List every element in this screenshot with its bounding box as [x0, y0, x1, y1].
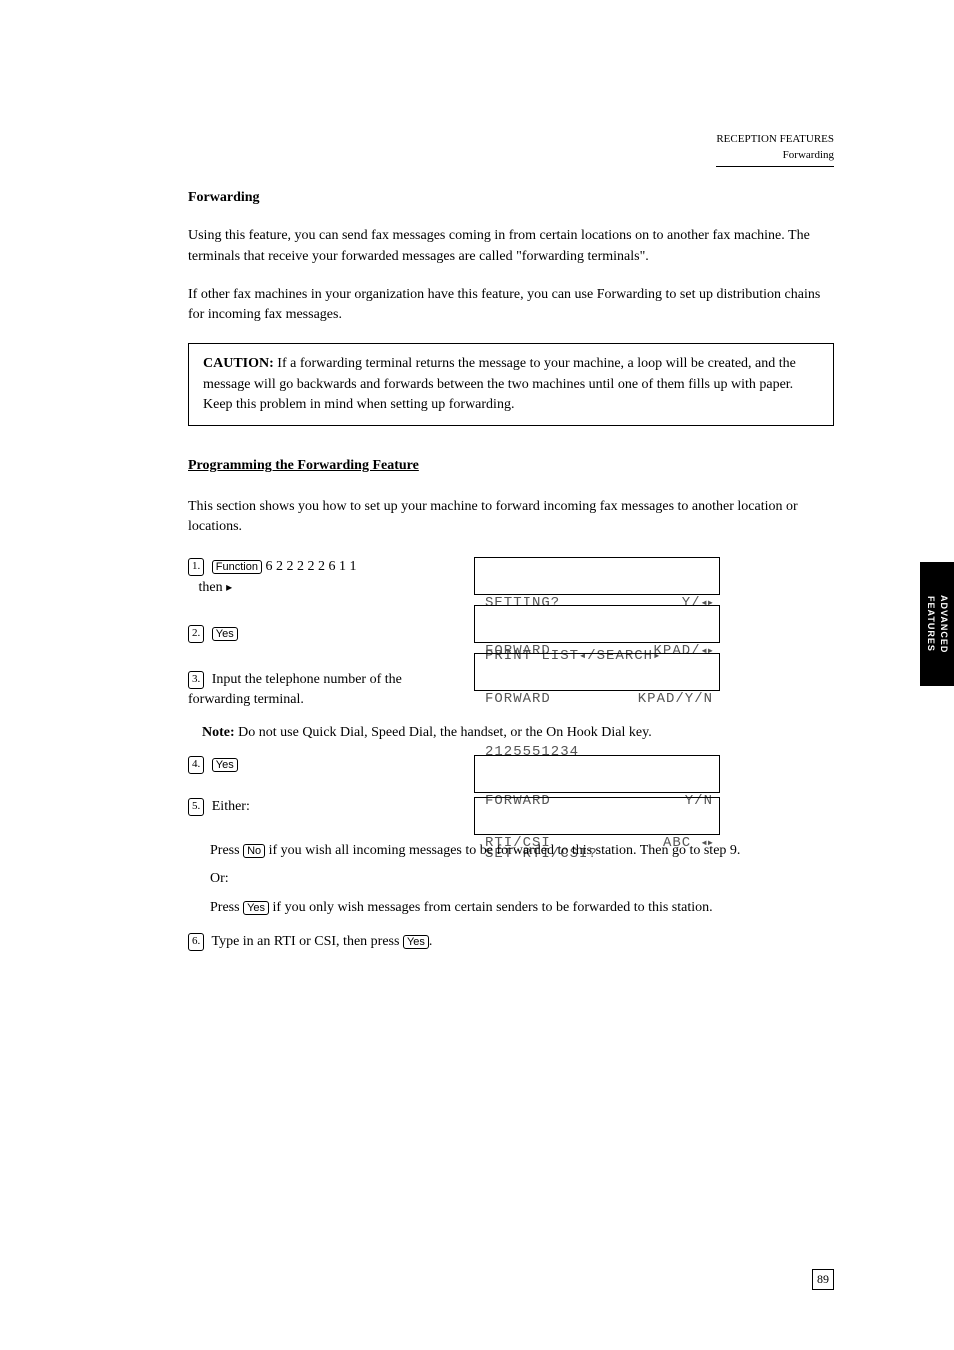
step-3: 3. Input the telephone number of the for…	[188, 670, 448, 711]
note-label: Note:	[202, 725, 235, 740]
step-5-intro: 5. Either:	[188, 797, 448, 817]
intro-para-2: If other fax machines in your organizati…	[188, 285, 834, 326]
yes-keycap: Yes	[403, 935, 429, 949]
yes-keycap: Yes	[243, 901, 269, 915]
right-arrow-icon	[226, 580, 232, 595]
opt1-post: if you wish all incoming messages to be …	[265, 843, 740, 858]
lcd3-r1c2: KPAD/Y/N	[638, 691, 713, 709]
opt2-pre: Press	[210, 900, 243, 915]
page-footer: 89	[812, 1269, 834, 1290]
lcd-screen-4: FORWARDY/N SET RTI/CSI?	[474, 755, 720, 793]
step-2: 2. Yes	[188, 624, 448, 644]
caution-label: CAUTION:	[203, 356, 274, 371]
step-1-then: then	[199, 580, 227, 595]
step-5-badge: 5.	[188, 798, 204, 816]
subsection-heading: Programming the Forwarding Feature	[188, 456, 834, 476]
steps-row-1: 1. Function 6 2 2 2 2 2 6 1 1 then 2. Ye…	[188, 557, 834, 718]
step-4-badge: 4.	[188, 756, 204, 774]
running-header: RECEPTION FEATURES Forwarding	[716, 132, 834, 167]
section-tab: ADVANCED FEATURES	[920, 562, 954, 686]
no-keycap: No	[243, 844, 265, 858]
step-4: 4. Yes	[188, 755, 448, 775]
opt2-post: if you only wish messages from certain s…	[269, 900, 713, 915]
step-6-tail: .	[429, 934, 433, 949]
left-steps-2: 4. Yes	[188, 755, 448, 783]
step-3-note: Note: Do not use Quick Dial, Speed Dial,…	[188, 723, 834, 743]
function-keycap: Function	[212, 560, 262, 574]
header-rule	[716, 166, 834, 167]
yes-keycap: Yes	[212, 758, 238, 772]
header-line-1: RECEPTION FEATURES	[716, 132, 834, 148]
intro-para-1: Using this feature, you can send fax mes…	[188, 226, 834, 267]
lcd-screen-3: FORWARDKPAD/Y/N 2125551234	[474, 653, 720, 691]
step-3-badge: 3.	[188, 671, 204, 689]
opt1-pre: Press	[210, 843, 243, 858]
step-5-opt-1: Press No if you wish all incoming messag…	[210, 841, 834, 861]
left-steps-3: 5. Either:	[188, 797, 448, 825]
note-text: Do not use Quick Dial, Speed Dial, the h…	[235, 725, 652, 740]
step-1: 1. Function 6 2 2 2 2 2 6 1 1 then	[188, 557, 448, 598]
step-6-badge: 6.	[188, 933, 204, 951]
lcd3-r1c1: FORWARD	[485, 691, 551, 709]
step-1-badge: 1.	[188, 558, 204, 576]
lcd-screen-1: SETTING?Y/ PRINT LIST/SEARCH	[474, 557, 720, 595]
header-line-2: Forwarding	[716, 148, 834, 164]
lcd-stack-1: SETTING?Y/ PRINT LIST/SEARCH FORWARDKPAD…	[474, 557, 834, 691]
subsection-intro: This section shows you how to set up you…	[188, 497, 834, 538]
step-3-text: Input the telephone number of the forwar…	[188, 672, 402, 707]
section-title: Forwarding	[188, 188, 834, 208]
lcd-stack-2: FORWARDY/N SET RTI/CSI?	[474, 755, 834, 793]
step-5-either: Either:	[212, 799, 250, 814]
step-5-opt-2: Press Yes if you only wish messages from…	[210, 898, 834, 918]
step-1-digits: 6 2 2 2 2 2 6 1 1	[265, 559, 356, 574]
caution-text: If a forwarding terminal returns the mes…	[203, 356, 796, 412]
lcd-screen-5: RTI/CSIABC	[474, 797, 720, 835]
page-number: 89	[812, 1269, 834, 1290]
left-steps-1: 1. Function 6 2 2 2 2 2 6 1 1 then 2. Ye…	[188, 557, 448, 718]
page: RECEPTION FEATURES Forwarding Forwarding…	[0, 0, 954, 1350]
lcd-screen-2: FORWARDKPAD/	[474, 605, 720, 643]
step-6-text: Type in an RTI or CSI, then press	[212, 934, 403, 949]
steps-row-3: 5. Either: RTI/CSIABC	[188, 797, 834, 835]
steps-row-2: 4. Yes FORWARDY/N SET RTI/CSI?	[188, 755, 834, 793]
yes-keycap: Yes	[212, 627, 238, 641]
caution-box: CAUTION: If a forwarding terminal return…	[188, 343, 834, 426]
step-2-badge: 2.	[188, 625, 204, 643]
lcd-stack-3: RTI/CSIABC	[474, 797, 834, 835]
step-6: 6. Type in an RTI or CSI, then press Yes…	[188, 932, 834, 952]
